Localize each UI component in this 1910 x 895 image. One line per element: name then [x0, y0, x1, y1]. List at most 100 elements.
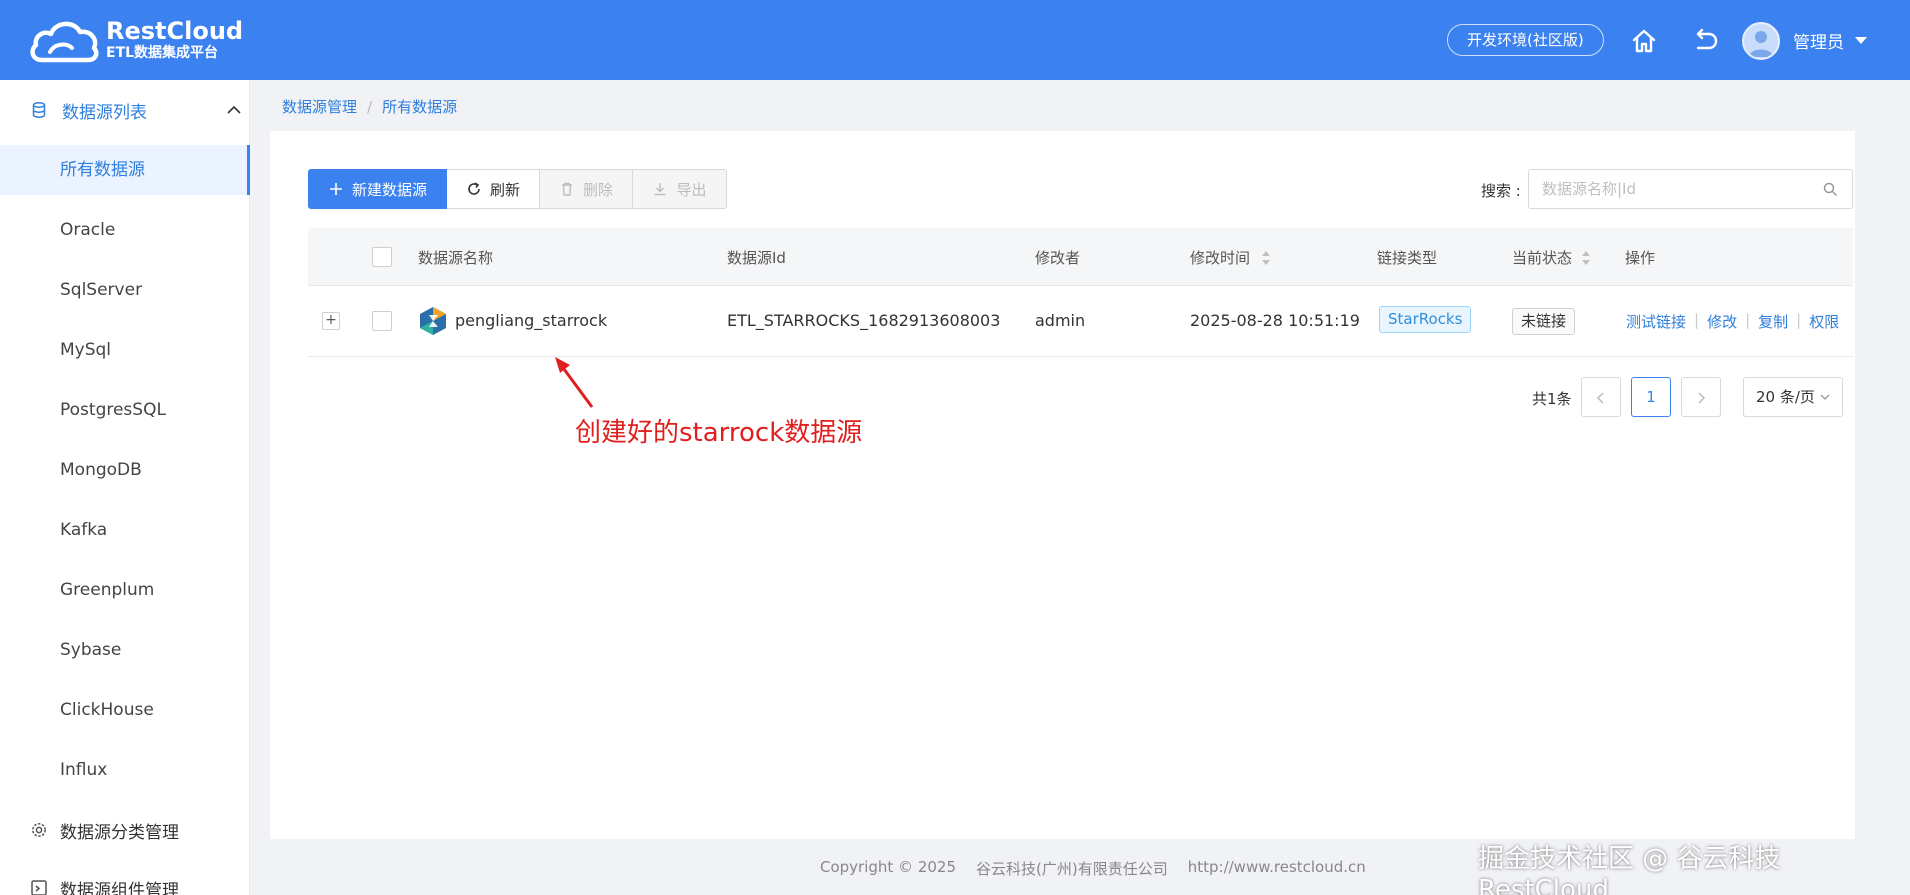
edit-link[interactable]: 修改	[1707, 311, 1737, 332]
breadcrumb-level2[interactable]: 所有数据源	[382, 98, 457, 116]
sidebar-item-oracle[interactable]: Oracle	[0, 205, 250, 255]
chevron-left-icon	[1596, 391, 1604, 404]
pagination-total: 共1条	[1532, 390, 1572, 408]
starrocks-icon	[420, 307, 446, 335]
gear-icon	[32, 823, 46, 837]
toolbar: 新建数据源 刷新 删除 导出	[308, 169, 727, 209]
sidebar-group-component-management[interactable]: 数据源组件管理	[0, 858, 250, 895]
sort-icon[interactable]	[1261, 249, 1271, 267]
cloud-logo-icon	[30, 21, 99, 63]
column-header-id: 数据源Id	[727, 249, 786, 267]
sidebar-group-category-management[interactable]: 数据源分类管理	[0, 800, 250, 860]
sidebar-item-mysql[interactable]: MySql	[0, 325, 250, 375]
footer-url[interactable]: http://www.restcloud.cn	[1188, 858, 1366, 879]
column-header-ops: 操作	[1625, 249, 1656, 267]
top-header: RestCloud ETL数据集成平台 开发环境(社区版) 管理员	[0, 0, 1910, 80]
annotation-text: 创建好的starrock数据源	[575, 418, 863, 448]
sidebar-group-label: 数据源分类管理	[60, 822, 179, 843]
user-menu-caret-icon[interactable]	[1855, 37, 1867, 44]
footer-company: 谷云科技(广州)有限责任公司	[976, 860, 1168, 878]
component-icon	[31, 880, 47, 895]
page-size-select[interactable]: 20 条/页	[1743, 377, 1843, 417]
logo-title: RestCloud	[106, 17, 244, 45]
page-size-value: 20 条/页	[1756, 388, 1815, 406]
sidebar-item-all-datasources[interactable]: 所有数据源	[0, 145, 250, 195]
back-icon[interactable]	[1690, 26, 1720, 56]
divider: |	[1745, 311, 1751, 329]
sidebar: 数据源列表 所有数据源 Oracle SqlServer MySql Postg…	[0, 80, 250, 895]
logo-subtitle: ETL数据集成平台	[106, 45, 219, 61]
row-checkbox[interactable]	[372, 311, 392, 331]
sidebar-item-postgressql[interactable]: PostgresSQL	[0, 385, 250, 435]
plus-icon	[329, 183, 342, 195]
search-input[interactable]	[1529, 170, 1809, 208]
sidebar-item-kafka[interactable]: Kafka	[0, 505, 250, 555]
home-icon[interactable]	[1629, 26, 1659, 56]
column-header-name: 数据源名称	[418, 249, 494, 267]
new-datasource-button[interactable]: 新建数据源	[308, 169, 447, 209]
export-button[interactable]: 导出	[633, 169, 727, 209]
download-icon	[654, 183, 666, 196]
datasource-id: ETL_STARROCKS_1682913608003	[727, 311, 1001, 330]
modified-time: 2025-08-28 10:51:19	[1190, 311, 1360, 330]
column-header-time[interactable]: 修改时间	[1190, 247, 1250, 268]
table-row: + pengliang_starrock ETL_STARROCKS_16829…	[308, 286, 1853, 357]
sidebar-item-clickhouse[interactable]: ClickHouse	[0, 685, 250, 735]
trash-icon	[561, 182, 572, 196]
annotation-arrow-icon	[555, 357, 594, 408]
avatar[interactable]	[1742, 22, 1780, 60]
select-all-checkbox[interactable]	[372, 247, 392, 267]
prev-page-button[interactable]	[1581, 377, 1621, 417]
page-number-button[interactable]: 1	[1631, 377, 1671, 417]
breadcrumb: 数据源管理 / 所有数据源	[282, 96, 457, 117]
breadcrumb-level1[interactable]: 数据源管理	[282, 98, 357, 116]
footer: Copyright © 2025 谷云科技(广州)有限责任公司 http://w…	[820, 858, 1386, 879]
sidebar-group-label: 数据源组件管理	[60, 880, 179, 895]
column-header-status[interactable]: 当前状态	[1512, 247, 1572, 268]
row-actions: 测试链接 | 修改 | 复制 | 权限	[1626, 311, 1839, 332]
copy-link[interactable]: 复制	[1758, 311, 1788, 332]
table-header: 数据源名称 数据源Id 修改者 修改时间 链接类型 当前状态 操作	[308, 228, 1853, 286]
column-header-type: 链接类型	[1377, 249, 1438, 267]
datasource-name[interactable]: pengliang_starrock	[455, 311, 607, 330]
refresh-label: 刷新	[489, 180, 520, 199]
brand-logo[interactable]: RestCloud ETL数据集成平台	[28, 14, 243, 66]
row-expand-button[interactable]: +	[322, 312, 340, 330]
divider: |	[1694, 311, 1700, 329]
sort-icon[interactable]	[1581, 249, 1591, 267]
column-header-modifier: 修改者	[1035, 249, 1081, 267]
modifier: admin	[1035, 311, 1086, 330]
chevron-up-icon[interactable]	[226, 102, 242, 118]
database-icon	[32, 102, 46, 118]
status-badge: 未链接	[1512, 308, 1576, 335]
search-icon[interactable]	[1823, 182, 1838, 197]
new-datasource-label: 新建数据源	[351, 180, 427, 199]
breadcrumb-separator: /	[367, 98, 373, 116]
chevron-right-icon	[1698, 391, 1706, 404]
watermark: 掘金技术社区 @ 谷云科技RestCloud	[1478, 844, 1781, 895]
refresh-icon	[468, 182, 480, 195]
connection-type-badge: StarRocks	[1379, 306, 1472, 333]
sidebar-group-datasource-list[interactable]: 数据源列表	[0, 80, 250, 140]
test-connection-link[interactable]: 测试链接	[1626, 311, 1686, 332]
sidebar-item-sybase[interactable]: Sybase	[0, 625, 250, 675]
search-box[interactable]	[1528, 169, 1853, 209]
footer-copyright: Copyright © 2025	[820, 858, 957, 876]
divider: |	[1796, 311, 1802, 329]
sidebar-item-greenplum[interactable]: Greenplum	[0, 565, 250, 615]
export-label: 导出	[676, 180, 707, 199]
sidebar-item-influx[interactable]: Influx	[0, 745, 250, 795]
refresh-button[interactable]: 刷新	[447, 169, 540, 209]
delete-button[interactable]: 删除	[540, 169, 633, 209]
sidebar-item-sqlserver[interactable]: SqlServer	[0, 265, 250, 315]
chevron-down-icon	[1820, 394, 1830, 400]
sidebar-group-label: 数据源列表	[62, 102, 147, 123]
user-avatar-icon	[1749, 31, 1773, 57]
user-name[interactable]: 管理员	[1793, 28, 1844, 53]
search-label: 搜索 :	[1481, 182, 1521, 200]
environment-button[interactable]: 开发环境(社区版)	[1447, 24, 1604, 56]
permission-link[interactable]: 权限	[1809, 311, 1839, 332]
delete-label: 删除	[582, 180, 613, 199]
sidebar-item-mongodb[interactable]: MongoDB	[0, 445, 250, 495]
next-page-button[interactable]	[1681, 377, 1721, 417]
